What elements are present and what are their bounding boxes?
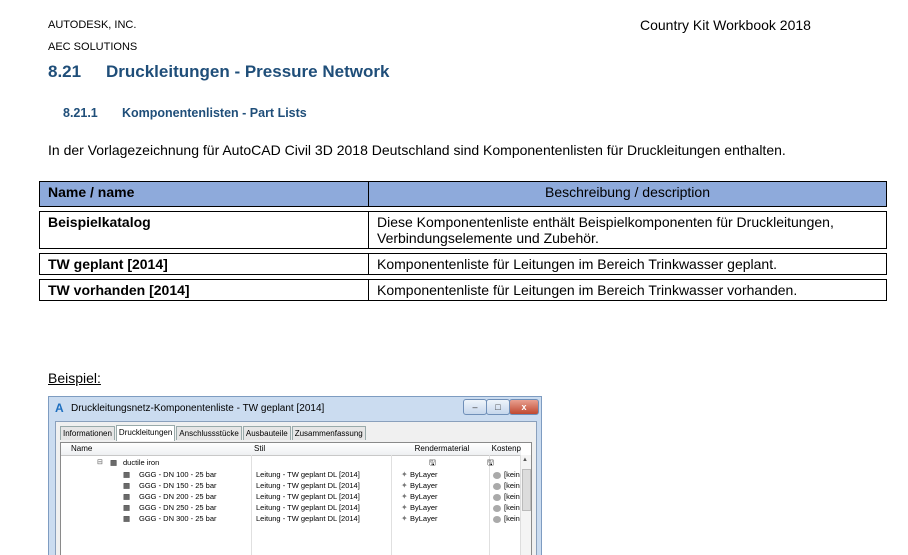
cost: [kein bbox=[493, 469, 520, 480]
part-name: GGG - DN 100 - 25 bar bbox=[139, 470, 217, 479]
tab-strip: Informationen Druckleitungen Anschlussst… bbox=[60, 425, 367, 441]
cost: [kein bbox=[493, 491, 520, 502]
vertical-scrollbar[interactable]: ▲ bbox=[520, 455, 531, 555]
table-row[interactable]: ▦ GGG - DN 300 - 25 bar Leitung - TW gep… bbox=[61, 513, 521, 524]
subsection-heading: 8.21.1 Komponentenlisten - Part Lists bbox=[63, 106, 307, 120]
division-name: AEC SOLUTIONS bbox=[48, 41, 138, 53]
row-name: TW vorhanden [2014] bbox=[39, 279, 369, 301]
part-icon: ▦ bbox=[123, 470, 131, 479]
subsection-title: Komponentenlisten - Part Lists bbox=[122, 106, 307, 120]
render-material: ✦ ByLayer bbox=[401, 470, 438, 479]
part-style: Leitung - TW geplant DL [2014] bbox=[256, 481, 360, 490]
column-header-stil[interactable]: Stil bbox=[251, 443, 394, 456]
scroll-thumb[interactable] bbox=[522, 469, 531, 511]
material-icon: ✦ bbox=[401, 470, 408, 479]
section-title: Druckleitungen - Pressure Network bbox=[106, 62, 390, 81]
part-icon: ▦ bbox=[123, 492, 131, 501]
table-row[interactable]: ▦ GGG - DN 250 - 25 bar Leitung - TW gep… bbox=[61, 502, 521, 513]
row-name: Beispielkatalog bbox=[39, 211, 369, 249]
autocad-app-icon: A bbox=[55, 401, 64, 415]
block-icon bbox=[493, 515, 501, 523]
part-style: Leitung - TW geplant DL [2014] bbox=[256, 514, 360, 523]
scroll-up-icon[interactable]: ▲ bbox=[522, 457, 528, 463]
close-button[interactable]: x bbox=[509, 399, 539, 415]
table-row[interactable]: ▦ GGG - DN 150 - 25 bar Leitung - TW gep… bbox=[61, 480, 521, 491]
part-list-table: Name / name Beschreibung / description B… bbox=[39, 181, 887, 301]
save-icon[interactable]: 🖫 bbox=[487, 457, 494, 468]
row-name: TW geplant [2014] bbox=[39, 253, 369, 275]
block-icon bbox=[493, 504, 501, 512]
part-name: GGG - DN 300 - 25 bar bbox=[139, 514, 217, 523]
cost: [kein bbox=[493, 480, 520, 491]
parts-grid: Name Stil Rendermaterial Kostenp ⊟ ▦ duc… bbox=[60, 442, 532, 555]
part-name: GGG - DN 250 - 25 bar bbox=[139, 503, 217, 512]
cost: [kein bbox=[493, 502, 520, 513]
material-icon: ✦ bbox=[401, 503, 408, 512]
tab-druckleitungen[interactable]: Druckleitungen bbox=[115, 425, 176, 441]
part-style: Leitung - TW geplant DL [2014] bbox=[256, 492, 360, 501]
part-icon: ▦ bbox=[123, 503, 131, 512]
group-name: ductile iron bbox=[123, 458, 160, 467]
minimize-button[interactable]: – bbox=[463, 399, 487, 415]
subsection-number: 8.21.1 bbox=[63, 106, 98, 120]
section-heading: 8.21 Druckleitungen - Pressure Network bbox=[48, 62, 389, 82]
table-row: TW vorhanden [2014] Komponentenliste für… bbox=[39, 279, 887, 301]
part-icon: ▦ bbox=[123, 481, 131, 490]
dialog-title: Druckleitungsnetz-Komponentenliste - TW … bbox=[71, 403, 325, 414]
company-name: AUTODESK, INC. bbox=[48, 19, 137, 31]
table-row[interactable]: ▦ GGG - DN 200 - 25 bar Leitung - TW gep… bbox=[61, 491, 521, 502]
section-number: 8.21 bbox=[48, 62, 82, 81]
tab-informationen[interactable]: Informationen bbox=[60, 426, 115, 440]
table-row: TW geplant [2014] Komponentenliste für L… bbox=[39, 253, 887, 275]
material-icon: ✦ bbox=[401, 492, 408, 501]
column-header-rendermaterial[interactable]: Rendermaterial bbox=[394, 443, 490, 456]
material-icon: ✦ bbox=[401, 481, 408, 490]
tab-zusammenfassung[interactable]: Zusammenfassung bbox=[291, 426, 366, 440]
render-material: ✦ ByLayer bbox=[401, 492, 438, 501]
intro-paragraph: In der Vorlagezeichnung für AutoCAD Civi… bbox=[48, 142, 786, 158]
part-family-icon: ▦ bbox=[110, 458, 118, 467]
tab-ausbauteile[interactable]: Ausbauteile bbox=[242, 426, 291, 440]
part-style: Leitung - TW geplant DL [2014] bbox=[256, 503, 360, 512]
render-material: ✦ ByLayer bbox=[401, 503, 438, 512]
row-description: Diese Komponentenliste enthält Beispielk… bbox=[368, 211, 887, 249]
part-name: GGG - DN 200 - 25 bar bbox=[139, 492, 217, 501]
table-row[interactable]: ▦ GGG - DN 100 - 25 bar Leitung - TW gep… bbox=[61, 469, 521, 480]
expand-toggle-icon[interactable]: ⊟ bbox=[97, 457, 103, 468]
block-icon bbox=[493, 482, 501, 490]
block-icon bbox=[493, 493, 501, 501]
material-icon: ✦ bbox=[401, 514, 408, 523]
header-description: Beschreibung / description bbox=[368, 181, 887, 207]
save-icon[interactable]: 🖫 bbox=[429, 457, 436, 468]
cost: [kein bbox=[493, 513, 520, 524]
group-row[interactable]: ⊟ ▦ ductile iron 🖫 🖫 bbox=[61, 457, 521, 468]
table-row: Beispielkatalog Diese Komponentenliste e… bbox=[39, 211, 887, 249]
maximize-button[interactable]: □ bbox=[486, 399, 510, 415]
column-header-name[interactable]: Name bbox=[61, 443, 251, 456]
block-icon bbox=[493, 471, 501, 479]
column-header-kosten[interactable]: Kostenp bbox=[490, 443, 521, 456]
row-description: Komponentenliste für Leitungen im Bereic… bbox=[368, 279, 887, 301]
render-material: ✦ ByLayer bbox=[401, 481, 438, 490]
tab-anschlussstuecke[interactable]: Anschlussstücke bbox=[176, 426, 242, 440]
part-style: Leitung - TW geplant DL [2014] bbox=[256, 470, 360, 479]
example-label: Beispiel: bbox=[48, 370, 101, 386]
part-icon: ▦ bbox=[123, 514, 131, 523]
workbook-title: Country Kit Workbook 2018 bbox=[640, 17, 811, 33]
header-name: Name / name bbox=[39, 181, 369, 207]
render-material: ✦ ByLayer bbox=[401, 514, 438, 523]
part-list-dialog: A Druckleitungsnetz-Komponentenliste - T… bbox=[48, 396, 542, 555]
dialog-body: Informationen Druckleitungen Anschlussst… bbox=[55, 421, 537, 555]
row-description: Komponentenliste für Leitungen im Bereic… bbox=[368, 253, 887, 275]
part-name: GGG - DN 150 - 25 bar bbox=[139, 481, 217, 490]
